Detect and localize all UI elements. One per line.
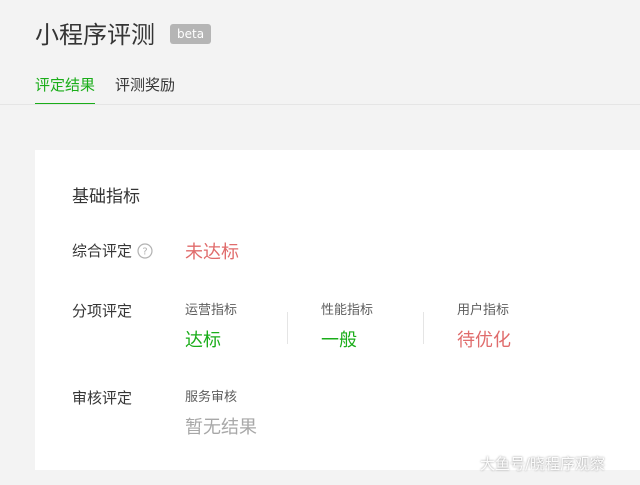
page: 小程序评测 beta 评定结果 评测奖励 基础指标 综合评定 ? 未达标 分项评… [0,0,640,485]
section-title-basic-metrics: 基础指标 [72,187,140,207]
question-circle-icon[interactable]: ? [137,243,153,259]
user-metric-value: 待优化 [457,330,511,351]
overall-rating-label: 综合评定 [72,242,133,260]
page-title: 小程序评测 [35,21,155,49]
performance-metric-label: 性能指标 [321,303,374,318]
item-divider [423,312,424,344]
operation-metric-value: 达标 [185,330,221,351]
header: 小程序评测 beta 评定结果 评测奖励 [0,0,640,105]
itemized-rating-label: 分项评定 [72,302,133,320]
service-review-label: 服务审核 [185,390,238,405]
metrics-card: 基础指标 综合评定 ? 未达标 分项评定 运营指标 达标 性能指标 一般 用户指… [35,150,640,470]
beta-badge: beta [170,24,212,44]
tabs-divider [0,104,640,105]
item-divider [287,312,288,344]
tab-evaluation-reward[interactable]: 评测奖励 [115,74,175,96]
watermark: 大鱼号/晓程序观察 [480,455,606,473]
performance-metric-value: 一般 [321,330,357,351]
review-rating-label: 审核评定 [72,389,133,407]
operation-metric-label: 运营指标 [185,303,238,318]
service-review-value: 暂无结果 [185,417,257,438]
svg-text:?: ? [142,247,147,258]
overall-rating-value: 未达标 [185,242,239,263]
user-metric-label: 用户指标 [457,303,510,318]
tab-evaluation-result[interactable]: 评定结果 [35,74,95,96]
